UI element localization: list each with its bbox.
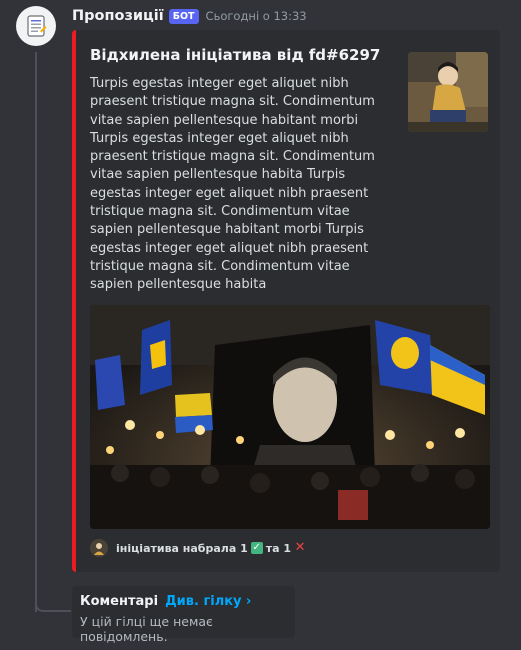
embed-title: Відхилена ініціатива від fd#6297 <box>90 46 381 64</box>
bot-badge: БОТ <box>168 8 199 24</box>
thread-connector-line <box>35 52 37 612</box>
embed-card: Відхилена ініціатива від fd#6297 Turpis … <box>72 30 500 572</box>
document-icon <box>27 15 47 37</box>
bot-avatar[interactable] <box>16 6 56 46</box>
embed-description: Turpis egestas integer eget aliquet nibh… <box>90 76 375 293</box>
footer-text-votes-for: ініціатива набрала 1 <box>116 541 248 555</box>
cross-mark-icon: ✕ <box>294 540 306 555</box>
check-mark-icon: ✓ <box>250 542 263 554</box>
embed-footer: ініціатива набрала 1 ✓ та 1 ✕ <box>90 539 309 557</box>
message-timestamp: Сьогодні о 13:33 <box>205 9 307 23</box>
thread-connector-curve <box>35 582 71 612</box>
author-name[interactable]: Пропозиції <box>72 8 164 24</box>
thread-empty-text: У цій гілці ще немає повідомлень. <box>80 614 213 644</box>
thread-title: Коментарі <box>80 594 159 609</box>
message-header: Пропозиції БОТ Сьогодні о 13:33 <box>72 5 307 27</box>
view-thread-link[interactable]: Див. гілку › <box>165 594 251 609</box>
footer-avatar-icon <box>90 539 108 557</box>
embed-image[interactable] <box>90 305 490 529</box>
embed-thumbnail[interactable] <box>408 52 488 132</box>
thread-preview[interactable]: Коментарі Див. гілку › У цій гілці ще не… <box>72 586 295 644</box>
footer-text-votes-against: та 1 <box>265 541 292 555</box>
